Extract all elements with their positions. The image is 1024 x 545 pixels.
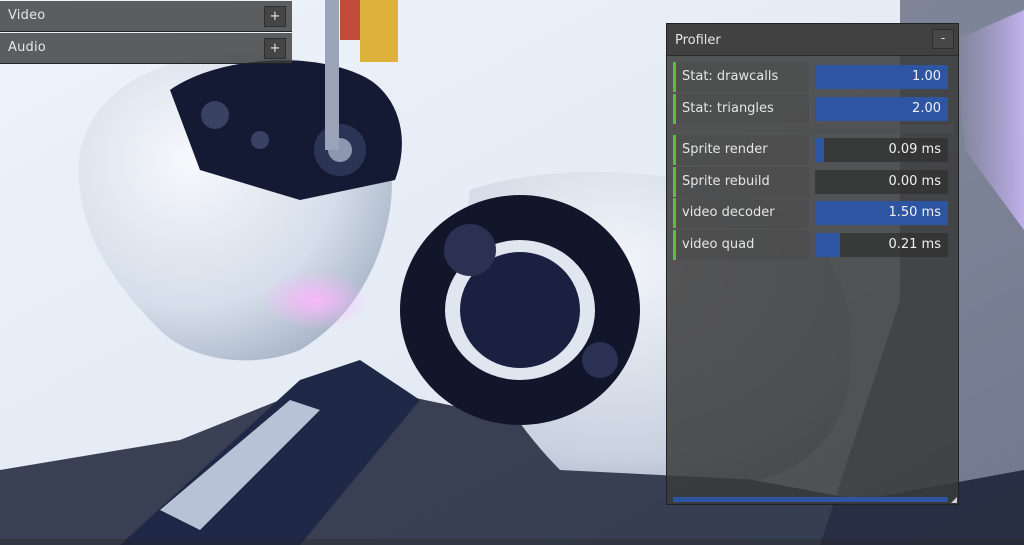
- video-viewport: Video + Audio + Profiler - Stat: drawcal…: [0, 0, 1024, 545]
- profiler-row-label: video quad: [673, 230, 809, 260]
- video-expand-button[interactable]: +: [264, 6, 286, 27]
- profiler-row-video-quad: video quad 0.21 ms: [673, 230, 954, 260]
- profiler-separator: [673, 125, 954, 133]
- profiler-value-bar: 0.21 ms: [815, 233, 948, 257]
- profiler-horizontal-scrollbar[interactable]: [673, 497, 948, 502]
- profiler-value-bar: 1.50 ms: [815, 201, 948, 225]
- profiler-row-value: 0.00 ms: [888, 174, 941, 189]
- profiler-row-sprite-render: Sprite render 0.09 ms: [673, 135, 954, 165]
- resize-grip-icon[interactable]: [951, 497, 957, 503]
- audio-panel-header[interactable]: Audio +: [0, 33, 292, 64]
- video-panel-label: Video: [8, 8, 46, 23]
- profiler-bar-fill: [815, 138, 825, 162]
- profiler-row-value: 1.00: [912, 69, 941, 84]
- profiler-window: Profiler - Stat: drawcalls 1.00 Stat: tr…: [666, 23, 959, 505]
- profiler-value-bar: 0.09 ms: [815, 138, 948, 162]
- profiler-row-drawcalls: Stat: drawcalls 1.00: [673, 62, 954, 92]
- profiler-row-value: 1.50 ms: [888, 205, 941, 220]
- video-panel-header[interactable]: Video +: [0, 1, 292, 32]
- profiler-row-video-decoder: video decoder 1.50 ms: [673, 198, 954, 228]
- profiler-bar-fill: [815, 233, 841, 257]
- audio-panel-label: Audio: [8, 40, 46, 55]
- profiler-titlebar[interactable]: Profiler -: [667, 24, 958, 56]
- bottom-edge-bar: [0, 539, 1024, 545]
- profiler-title: Profiler: [675, 33, 721, 48]
- profiler-row-label: Sprite rebuild: [673, 167, 809, 197]
- profiler-row-triangles: Stat: triangles 2.00: [673, 94, 954, 124]
- profiler-row-sprite-rebuild: Sprite rebuild 0.00 ms: [673, 167, 954, 197]
- profiler-row-value: 0.21 ms: [888, 237, 941, 252]
- profiler-row-label: Stat: triangles: [673, 94, 809, 124]
- profiler-value-bar: 0.00 ms: [815, 170, 948, 194]
- profiler-row-value: 0.09 ms: [888, 142, 941, 157]
- profiler-value-bar: 1.00: [815, 65, 948, 89]
- profiler-row-value: 2.00: [912, 101, 941, 116]
- profiler-row-label: Sprite render: [673, 135, 809, 165]
- profiler-row-label: Stat: drawcalls: [673, 62, 809, 92]
- profiler-collapse-button[interactable]: -: [932, 29, 954, 49]
- audio-expand-button[interactable]: +: [264, 38, 286, 59]
- profiler-value-bar: 2.00: [815, 97, 948, 121]
- profiler-row-label: video decoder: [673, 198, 809, 228]
